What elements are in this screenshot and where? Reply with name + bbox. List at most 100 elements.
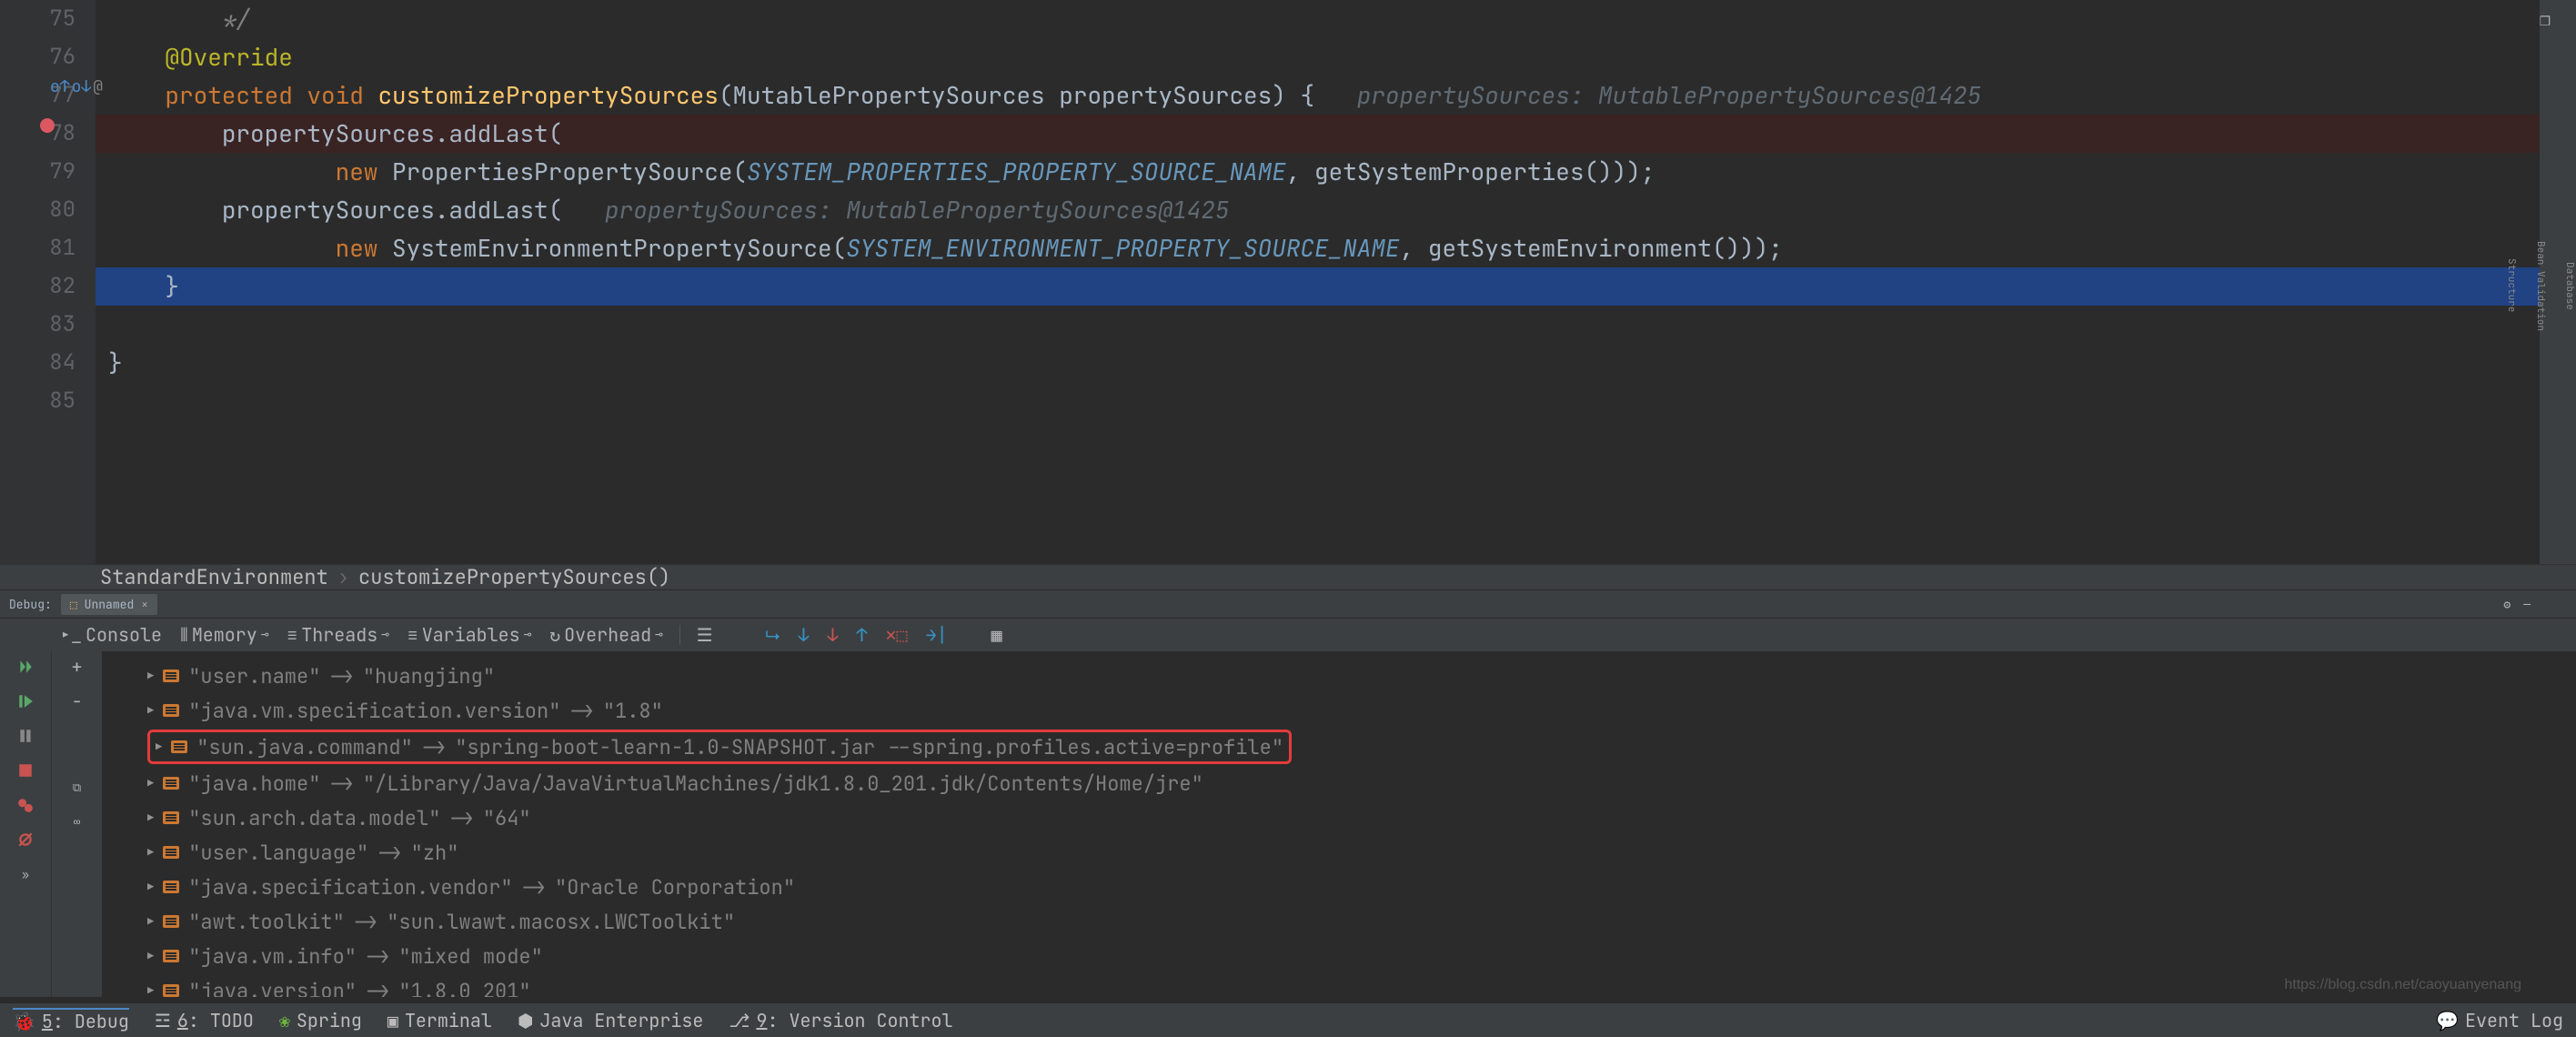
breakpoint-gutter[interactable] xyxy=(40,118,55,136)
debug-tab[interactable]: ⬚ Unnamed × xyxy=(61,594,157,615)
variables-panel[interactable]: ▶"user.name"->"huangjing"▶"java.vm.speci… xyxy=(102,651,2576,997)
structure-tool[interactable]: Structure xyxy=(2505,258,2518,312)
variable-row[interactable]: ▶"sun.arch.data.model"->"64" xyxy=(147,800,2576,835)
vcs-toolwindow-button[interactable]: ⎇ 9: Version Control xyxy=(729,1009,952,1032)
expand-icon[interactable]: ▶ xyxy=(156,740,162,754)
copy-icon[interactable]: ⧉ xyxy=(67,777,87,797)
threads-icon: ≡ xyxy=(287,623,297,647)
override-up-icon[interactable]: o↑ xyxy=(50,76,70,97)
annotation: @Override xyxy=(165,41,292,73)
inline-hint: propertySources: MutablePropertySources@… xyxy=(1357,79,1981,111)
code-column[interactable]: */ @Override protected void customizePro… xyxy=(96,0,2576,564)
mute-breakpoints-icon[interactable] xyxy=(15,830,35,850)
variable-value: "/Library/Java/JavaVirtualMachines/jdk1.… xyxy=(363,770,1203,797)
rerun-icon[interactable] xyxy=(15,657,35,677)
more-icon[interactable]: » xyxy=(15,864,35,884)
debug-toolwindow-button[interactable]: 🐞 55: Debug: Debug xyxy=(13,1008,129,1033)
layout-icon[interactable]: ☰ xyxy=(691,620,719,649)
force-step-into-icon[interactable]: ↓ xyxy=(822,620,844,649)
bean-validation-tool[interactable]: Bean Validation xyxy=(2534,241,2547,331)
map-entry-icon xyxy=(163,950,179,962)
variable-row[interactable]: ▶"awt.toolkit"->"sun.lwawt.macosx.LWCToo… xyxy=(147,904,2576,939)
line-number[interactable]: 79 xyxy=(0,153,75,191)
variable-row[interactable]: ▶"sun.java.command"->"spring-boot-learn-… xyxy=(147,730,1292,764)
variables-tab[interactable]: ≡Variables⊸ xyxy=(402,620,537,649)
override-down-icon[interactable]: o↓ xyxy=(72,76,92,97)
spring-icon: ❀ xyxy=(279,1009,290,1032)
evaluate-expression-icon[interactable]: ▦ xyxy=(986,620,1008,649)
pin-icon[interactable]: ⊸ xyxy=(655,627,662,643)
minimize-icon[interactable]: — xyxy=(2523,597,2531,612)
line-number[interactable]: 81 xyxy=(0,229,75,267)
variable-row[interactable]: ▶"java.vm.info"->"mixed mode" xyxy=(147,939,2576,973)
line-number[interactable]: 75 xyxy=(0,0,75,38)
restore-layout-icon[interactable]: ❐ xyxy=(2540,7,2551,31)
map-entry-icon xyxy=(163,915,179,928)
step-into-icon[interactable]: ↓ xyxy=(793,620,815,649)
line-number[interactable]: 80 xyxy=(0,191,75,229)
expand-icon[interactable]: ▶ xyxy=(147,810,154,825)
console-icon: ▸_ xyxy=(60,623,82,647)
expand-icon[interactable]: ▶ xyxy=(147,845,154,860)
console-tab[interactable]: ▸_Console xyxy=(55,620,167,649)
debug-extra-controls: + − ⧉ ∞ xyxy=(51,651,102,997)
overhead-tab[interactable]: ↻Overhead⊸ xyxy=(544,620,668,649)
spring-toolwindow-button[interactable]: ❀ Spring xyxy=(279,1009,362,1032)
settings-icon[interactable]: ⚙ xyxy=(2503,597,2511,612)
line-number[interactable]: 78 xyxy=(0,115,75,153)
javaee-icon: ⬢ xyxy=(518,1009,533,1032)
expand-icon[interactable]: ▶ xyxy=(147,776,154,790)
view-breakpoints-icon[interactable] xyxy=(15,795,35,815)
selected-line: } xyxy=(96,267,2576,306)
arrow-icon: -> xyxy=(422,734,446,760)
step-over-icon[interactable]: ⮡ xyxy=(760,620,786,649)
todo-toolwindow-button[interactable]: ☲ 6: TODO xyxy=(155,1009,254,1032)
close-icon[interactable]: × xyxy=(141,597,148,612)
step-out-icon[interactable]: ↑ xyxy=(851,620,873,649)
glasses-icon[interactable]: ∞ xyxy=(67,811,87,831)
breadcrumb-item[interactable]: customizePropertySources() xyxy=(358,564,670,590)
overhead-icon: ↻ xyxy=(549,623,560,647)
threads-tab[interactable]: ≡Threads⊸ xyxy=(281,620,394,649)
pin-icon[interactable]: ⊸ xyxy=(381,627,388,643)
variable-row[interactable]: ▶"java.version"->"1.8.0_201" xyxy=(147,973,2576,997)
line-number[interactable]: 84 xyxy=(0,344,75,382)
expand-icon[interactable]: ▶ xyxy=(147,880,154,894)
line-number[interactable]: 76 xyxy=(0,38,75,76)
debug-body: » + − ⧉ ∞ ▶"user.name"->"huangjing"▶"jav… xyxy=(0,651,2576,997)
map-entry-icon xyxy=(163,777,179,790)
expand-icon[interactable]: ▶ xyxy=(147,914,154,929)
breakpoint-icon[interactable] xyxy=(40,118,55,133)
remove-watch-icon[interactable]: − xyxy=(67,691,87,711)
pin-icon[interactable]: ⊸ xyxy=(524,627,531,643)
pin-icon[interactable]: ⊸ xyxy=(261,627,268,643)
expand-icon[interactable]: ▶ xyxy=(147,983,154,997)
terminal-toolwindow-button[interactable]: ▣ Terminal xyxy=(387,1009,492,1032)
resume-icon[interactable] xyxy=(15,691,35,711)
map-entry-icon xyxy=(171,740,187,753)
run-to-cursor-icon[interactable]: →| xyxy=(921,620,953,649)
variable-row[interactable]: ▶"java.home"->"/Library/Java/JavaVirtual… xyxy=(147,766,2576,800)
database-tool[interactable]: Database xyxy=(2563,262,2576,310)
variable-key: "java.home" xyxy=(188,770,320,797)
memory-tab[interactable]: ⦀Memory⊸ xyxy=(175,620,274,649)
variable-row[interactable]: ▶"user.language"->"zh" xyxy=(147,835,2576,870)
add-watch-icon[interactable]: + xyxy=(67,657,87,677)
expand-icon[interactable]: ▶ xyxy=(147,669,154,683)
debug-tab-label: Unnamed xyxy=(85,597,135,612)
line-number[interactable]: 83 xyxy=(0,306,75,344)
event-log-button[interactable]: 💬 Event Log xyxy=(2436,1009,2563,1032)
variable-row[interactable]: ▶"java.specification.vendor"->"Oracle Co… xyxy=(147,870,2576,904)
line-number[interactable]: 85 xyxy=(0,382,75,420)
javaee-toolwindow-button[interactable]: ⬢ Java Enterprise xyxy=(518,1009,703,1032)
breadcrumb-item[interactable]: StandardEnvironment xyxy=(100,564,328,590)
expand-icon[interactable]: ▶ xyxy=(147,949,154,963)
variable-row[interactable]: ▶"java.vm.specification.version"->"1.8" xyxy=(147,693,2576,728)
stop-icon[interactable] xyxy=(15,760,35,780)
pause-icon[interactable] xyxy=(15,726,35,746)
line-number[interactable]: 82 xyxy=(0,267,75,306)
debug-panel-header: Debug: ⬚ Unnamed × ⚙ — xyxy=(0,589,2576,619)
variable-row[interactable]: ▶"user.name"->"huangjing" xyxy=(147,659,2576,693)
drop-frame-icon[interactable]: ✕⬚ xyxy=(880,620,913,649)
expand-icon[interactable]: ▶ xyxy=(147,703,154,718)
